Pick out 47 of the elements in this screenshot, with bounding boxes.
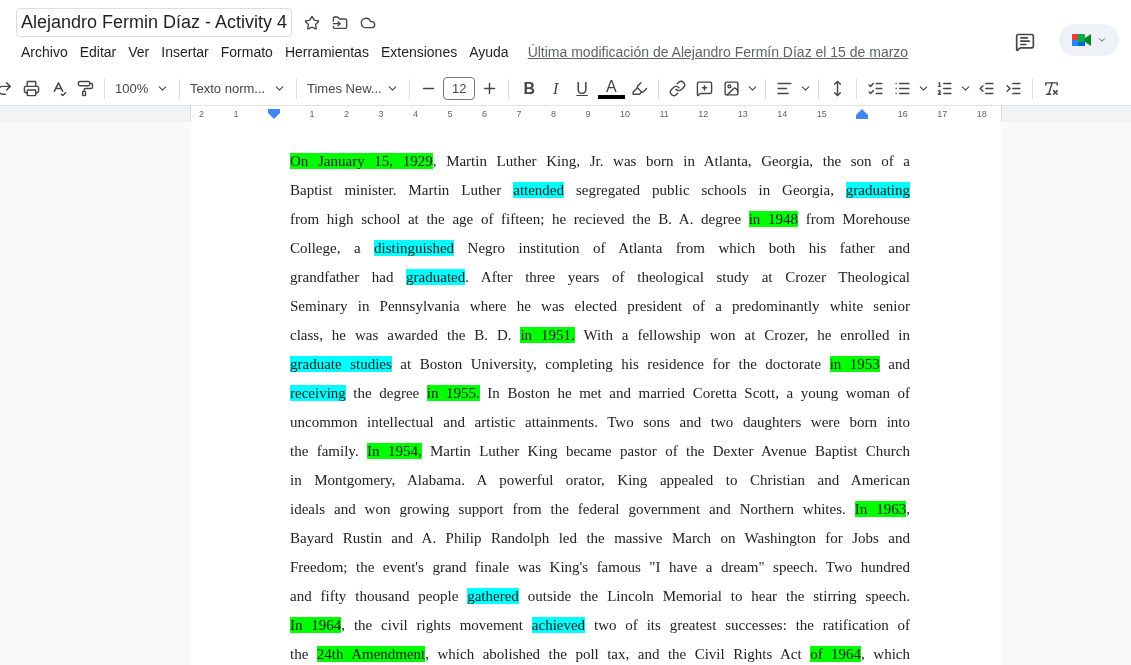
ruler-number: 1 [233,109,239,119]
ruler-number: 4 [413,109,418,119]
ruler-number: 1 [309,109,315,119]
ruler-number: 5 [447,109,453,119]
folder-icon[interactable] [332,14,349,31]
ruler[interactable]: 2 1 1 2 3 4 5 6 7 8 9 10 11 12 13 14 15 16 17 18 [190,106,1002,122]
ruler-number: 8 [551,109,556,119]
ruler-number: 7 [516,109,522,119]
menu-item[interactable]: Insertar [156,41,214,64]
ruler-number: 3 [378,109,384,119]
ruler-number: 16 [897,109,908,119]
bold-button[interactable]: B [515,76,544,101]
zoom-dropdown[interactable]: 100% [111,78,173,99]
ruler-number: 6 [482,109,487,119]
ruler-number: 2 [199,109,204,119]
meet-button[interactable] [1059,24,1119,56]
ruler-number: 10 [620,109,630,119]
ruler-number: 14 [777,109,788,119]
video-camera-icon [1071,32,1093,48]
menu-item[interactable]: Editar [74,41,122,64]
ruler-number: 12 [698,109,709,119]
menu-item[interactable]: Formato [215,41,278,64]
document-title[interactable]: Alejandro Fermin Díaz - Activity 4 [16,8,293,37]
comments-icon[interactable] [1015,32,1035,52]
ruler-number: 17 [937,109,948,119]
star-icon[interactable] [304,14,321,31]
caret-icon [1097,35,1107,45]
menu-item[interactable]: Archivo [16,41,73,64]
italic-button[interactable]: I [545,76,567,101]
ruler-number: 9 [585,109,591,119]
menu-item[interactable]: Ayuda [464,41,514,64]
ruler-number: 15 [816,109,827,119]
text-color-button[interactable]: A [597,78,625,99]
ruler-number: 13 [737,109,748,119]
font-dropdown[interactable]: Times New... [303,78,403,99]
indent-marker-icon[interactable] [268,109,280,119]
font-size-field[interactable]: 12 [443,76,476,101]
menu-item[interactable]: Herramientas [279,41,374,64]
last-edit-link[interactable]: Última modificación de Alejandro Fermín Díaz el 15 de marzo [527,42,909,63]
menu-item[interactable]: Extensiones [375,41,463,64]
menu-item[interactable]: Ver [123,41,155,64]
ruler-number: 2 [344,109,349,119]
ruler-number: 11 [659,109,669,119]
underline-button[interactable]: U [568,76,596,101]
ruler-number: 18 [976,109,987,119]
style-dropdown[interactable]: Texto norm... [186,78,290,99]
indent-marker-icon[interactable] [856,109,869,119]
